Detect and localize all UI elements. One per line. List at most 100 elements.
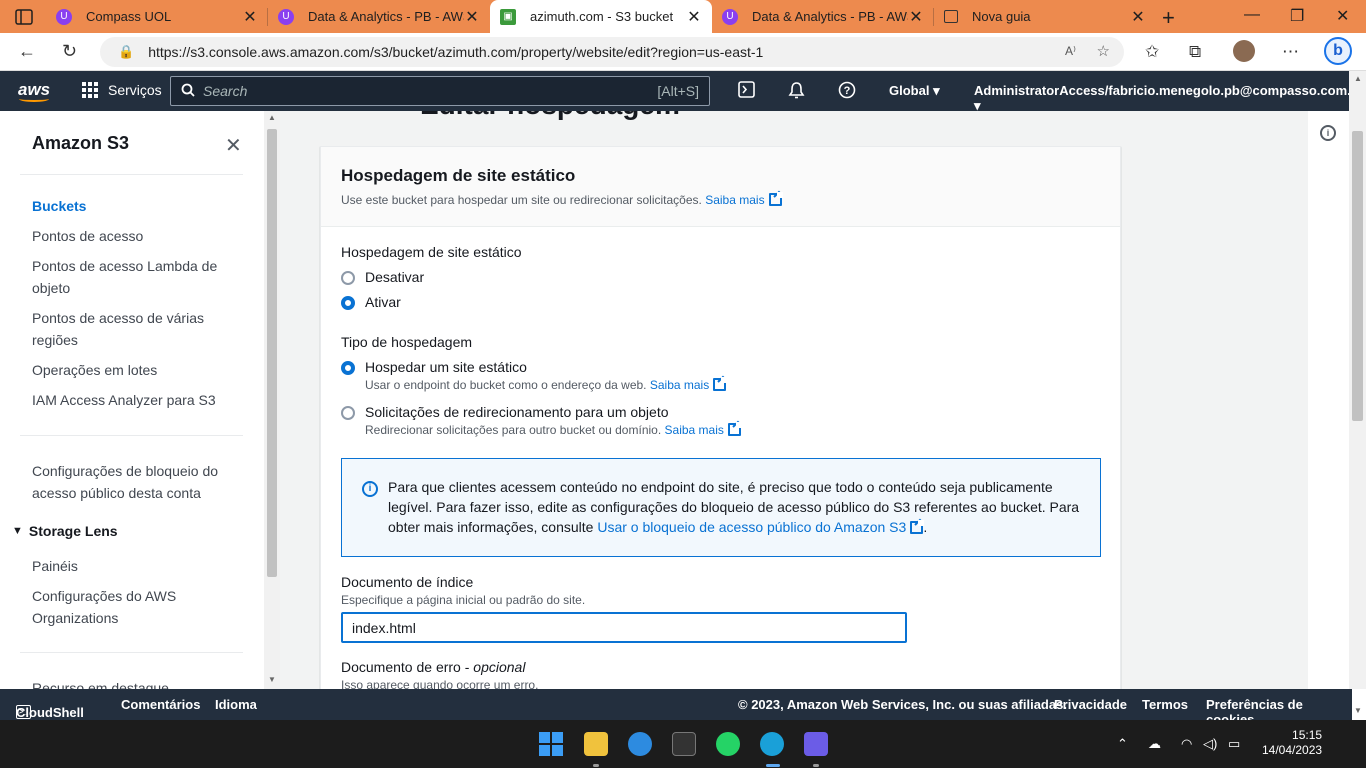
redirect-requests-label[interactable]: Solicitações de redirecionamento para um…: [365, 404, 669, 420]
sidebar-item-dashboards[interactable]: Painéis: [32, 555, 232, 577]
learn-more-link[interactable]: Saiba mais: [650, 378, 709, 392]
address-bar[interactable]: 🔒 https://s3.console.aws.amazon.com/s3/b…: [100, 37, 1124, 67]
aws-logo[interactable]: aws: [18, 80, 50, 102]
region-selector[interactable]: Global ▾: [889, 83, 940, 99]
restore-icon[interactable]: ❐: [1290, 6, 1304, 26]
index-document-label: Documento de índice: [341, 574, 474, 590]
close-tab-icon[interactable]: ✕: [464, 7, 480, 27]
sidebar-item-block-public-access[interactable]: Configurações de bloqueio do acesso públ…: [32, 460, 227, 504]
system-clock[interactable]: 15:15 14/04/2023: [1262, 728, 1322, 758]
sidebar-item-lambda-access-points[interactable]: Pontos de acesso Lambda de objeto: [32, 255, 222, 299]
battery-icon[interactable]: ▭: [1228, 736, 1240, 752]
sidebar-item-batch-operations[interactable]: Operações em lotes: [32, 359, 232, 381]
sidebar-item-iam-access-analyzer[interactable]: IAM Access Analyzer para S3: [32, 389, 232, 411]
bing-icon[interactable]: b: [1324, 37, 1352, 65]
close-tab-icon[interactable]: ✕: [1130, 7, 1146, 27]
collections-icon[interactable]: ⧉: [1189, 42, 1201, 62]
external-link-icon: [713, 377, 728, 391]
cloudshell-icon[interactable]: [738, 81, 755, 102]
volume-icon[interactable]: ◁): [1203, 736, 1217, 752]
index-document-description: Especifique a página inicial ou padrão d…: [341, 593, 586, 607]
notifications-bell-icon[interactable]: [788, 81, 805, 103]
onedrive-cloud-icon[interactable]: ☁: [1148, 736, 1161, 752]
services-menu-button[interactable]: Serviços: [82, 82, 162, 98]
terms-link[interactable]: Termos: [1142, 697, 1188, 712]
account-menu[interactable]: AdministratorAccess/fabricio.menegolo.pb…: [974, 83, 1364, 114]
edge-browser-icon[interactable]: [760, 732, 784, 756]
static-website-hosting-panel: Hospedagem de site estático Use este buc…: [320, 146, 1121, 689]
learn-more-link[interactable]: Saiba mais: [665, 423, 724, 437]
edge-dev-icon[interactable]: [628, 732, 652, 756]
active-indicator: [766, 764, 780, 767]
block-public-access-link[interactable]: Usar o bloqueio de acesso público do Ama…: [597, 519, 906, 535]
info-alert: i Para que clientes acessem conteúdo no …: [341, 458, 1101, 557]
learn-more-link[interactable]: Saiba mais: [705, 193, 764, 207]
aws-search-input[interactable]: Search [Alt+S]: [170, 76, 710, 106]
redirect-requests-description: Redirecionar solicitações para outro buc…: [365, 422, 742, 437]
running-indicator: [593, 764, 599, 767]
running-indicator: [813, 764, 819, 767]
feedback-link[interactable]: Comentários: [121, 697, 200, 712]
host-static-site-description: Usar o endpoint do bucket como o endereç…: [365, 377, 728, 392]
panel-description: Use este bucket para hospedar um site ou…: [341, 192, 783, 207]
back-arrow-icon[interactable]: ←: [18, 41, 36, 62]
app-icon[interactable]: [804, 732, 828, 756]
info-panel-icon[interactable]: i: [1320, 125, 1336, 141]
browser-tab[interactable]: U Compass UOL ✕: [46, 0, 268, 33]
browser-tab[interactable]: U Data & Analytics - PB - AWS ✕: [268, 0, 490, 33]
main-content: Editar hospedagem Hospedagem de site est…: [280, 111, 1308, 689]
terminal-icon[interactable]: [672, 732, 696, 756]
storage-lens-section-toggle[interactable]: ▼ Storage Lens: [12, 523, 118, 539]
sidebar-item-aws-organizations[interactable]: Configurações do AWS Organizations: [32, 585, 212, 629]
windows-start-icon[interactable]: [539, 732, 563, 756]
browser-toolbar: ← ↻ 🔒 https://s3.console.aws.amazon.com/…: [0, 33, 1366, 71]
redirect-requests-radio[interactable]: [341, 406, 355, 420]
close-tab-icon[interactable]: ✕: [908, 7, 924, 27]
disable-radio[interactable]: [341, 271, 355, 285]
sidebar-item-buckets[interactable]: Buckets: [32, 195, 232, 217]
tab-actions-icon[interactable]: [14, 7, 34, 27]
sidebar-item-featured[interactable]: Recurso em destaque: [32, 677, 232, 689]
copyright-text: © 2023, Amazon Web Services, Inc. ou sua…: [738, 697, 1067, 712]
privacy-link[interactable]: Privacidade: [1054, 697, 1127, 712]
wifi-icon[interactable]: ◠: [1181, 736, 1192, 752]
compass-uol-favicon-icon: U: [278, 8, 294, 25]
browser-tab[interactable]: U Data & Analytics - PB - AWS ✕: [712, 0, 934, 33]
language-link[interactable]: Idioma: [215, 697, 257, 712]
index-document-input[interactable]: [341, 612, 907, 643]
page-scrollbar[interactable]: ▲ ▼: [1349, 71, 1366, 715]
enable-radio[interactable]: [341, 296, 355, 310]
profile-avatar[interactable]: [1233, 40, 1255, 62]
minimize-icon[interactable]: —: [1244, 6, 1260, 24]
whatsapp-icon[interactable]: [716, 732, 740, 756]
panel-header: Hospedagem de site estático Use este buc…: [321, 147, 1120, 227]
close-sidebar-icon[interactable]: ✕: [225, 133, 242, 158]
enable-radio-label[interactable]: Ativar: [365, 294, 401, 310]
new-tab-plus-icon[interactable]: +: [1162, 5, 1175, 31]
sidebar-item-multi-region-access-points[interactable]: Pontos de acesso de várias regiões: [32, 307, 217, 351]
close-tab-icon[interactable]: ✕: [242, 7, 258, 27]
favorites-icon[interactable]: ✩: [1145, 42, 1159, 62]
sidebar-item-access-points[interactable]: Pontos de acesso: [32, 225, 232, 247]
close-window-icon[interactable]: ✕: [1336, 6, 1349, 26]
refresh-icon[interactable]: ↻: [62, 41, 77, 62]
add-favorite-icon[interactable]: ☆: [1097, 42, 1110, 60]
host-static-site-radio[interactable]: [341, 361, 355, 375]
file-explorer-icon[interactable]: [584, 732, 608, 756]
help-icon[interactable]: ?: [838, 81, 856, 103]
sidebar-scrollbar[interactable]: ▲ ▼: [264, 111, 280, 689]
close-tab-icon[interactable]: ✕: [686, 7, 702, 27]
aws-top-nav: aws Serviços Search [Alt+S] ? Global ▾ A…: [0, 71, 1364, 113]
browser-tab-active[interactable]: ▣ azimuth.com - S3 bucket ✕: [490, 0, 712, 33]
more-menu-icon[interactable]: ⋯: [1282, 42, 1299, 62]
disable-radio-label[interactable]: Desativar: [365, 269, 424, 285]
compass-uol-favicon-icon: U: [722, 8, 738, 25]
host-static-site-label[interactable]: Hospedar um site estático: [365, 359, 527, 375]
svg-text:?: ?: [844, 85, 851, 97]
tray-chevron-icon[interactable]: ⌃: [1117, 736, 1128, 752]
url-text: https://s3.console.aws.amazon.com/s3/buc…: [148, 44, 764, 60]
page-heading: Editar hospedagem: [420, 111, 680, 121]
read-aloud-icon[interactable]: A⁾: [1065, 44, 1076, 58]
browser-tab[interactable]: Nova guia ✕: [934, 0, 1156, 33]
browser-tab-strip: U Compass UOL ✕ U Data & Analytics - PB …: [0, 0, 1366, 33]
